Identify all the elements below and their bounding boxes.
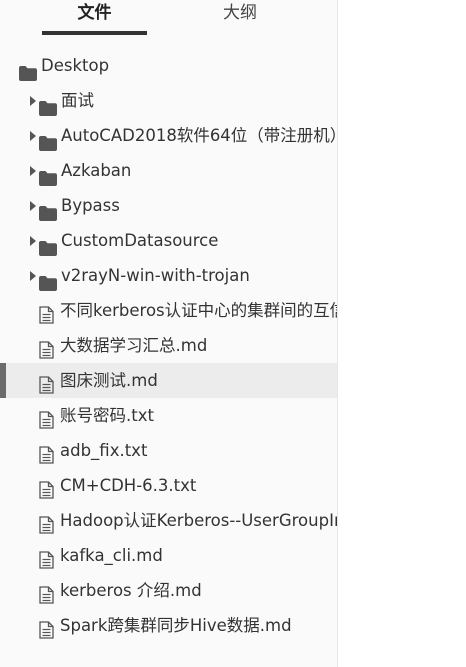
file-label: 大数据学习汇总.md xyxy=(60,336,208,355)
folder-item[interactable]: AutoCAD2018软件64位（带注册机） xyxy=(0,118,337,153)
tab-files[interactable]: 文件 xyxy=(42,0,147,32)
file-label: 账号密码.txt xyxy=(60,406,154,425)
expand-arrow-icon[interactable] xyxy=(30,131,36,141)
expand-arrow-icon[interactable] xyxy=(30,201,36,211)
file-label: 不同kerberos认证中心的集群间的互信 xyxy=(60,301,338,320)
folder-label: Desktop xyxy=(41,56,110,75)
folder-item[interactable]: Azkaban xyxy=(0,153,337,188)
file-icon xyxy=(39,616,54,651)
folder-label: Bypass xyxy=(61,196,120,215)
file-label: adb_fix.txt xyxy=(60,441,148,460)
expand-arrow-icon[interactable] xyxy=(30,96,36,106)
file-item[interactable]: 大数据学习汇总.md xyxy=(0,328,337,363)
file-item[interactable]: kerberos 介绍.md xyxy=(0,573,337,608)
file-label: 图床测试.md xyxy=(60,371,158,390)
file-item[interactable]: 账号密码.txt xyxy=(0,398,337,433)
folder-root-desktop[interactable]: Desktop xyxy=(0,48,337,83)
folder-label: 面试 xyxy=(61,91,94,110)
file-item[interactable]: 图床测试.md xyxy=(0,363,337,398)
folder-item[interactable]: 面试 xyxy=(0,83,337,118)
folder-label: Azkaban xyxy=(61,161,132,180)
file-item[interactable]: 不同kerberos认证中心的集群间的互信 xyxy=(0,293,337,328)
folder-label: AutoCAD2018软件64位（带注册机） xyxy=(61,126,338,145)
file-item[interactable]: CM+CDH-6.3.txt xyxy=(0,468,337,503)
tab-outline[interactable]: 大纲 xyxy=(190,0,290,32)
file-sidebar: 文件 大纲 Desktop 面试 AutoCAD2018软件64位（带注册机） Azk… xyxy=(0,0,338,667)
folder-item[interactable]: CustomDatasource xyxy=(0,223,337,258)
file-item[interactable]: adb_fix.txt xyxy=(0,433,337,468)
file-item[interactable]: kafka_cli.md xyxy=(0,538,337,573)
file-label: Hadoop认证Kerberos--UserGroupInformation xyxy=(60,511,337,530)
file-item[interactable]: Spark跨集群同步Hive数据.md xyxy=(0,608,337,643)
expand-arrow-icon[interactable] xyxy=(30,166,36,176)
folder-item[interactable]: Bypass xyxy=(0,188,337,223)
file-label: kerberos 介绍.md xyxy=(60,581,202,600)
active-tab-indicator xyxy=(42,31,147,35)
file-tree: Desktop 面试 AutoCAD2018软件64位（带注册机） Azkaban By… xyxy=(0,48,337,643)
folder-item[interactable]: v2rayN-win-with-trojan xyxy=(0,258,337,293)
expand-arrow-icon[interactable] xyxy=(30,271,36,281)
expand-arrow-icon[interactable] xyxy=(30,236,36,246)
file-item[interactable]: Hadoop认证Kerberos--UserGroupInformation xyxy=(0,503,337,538)
sidebar-tabs: 文件 大纲 xyxy=(0,0,337,36)
file-label: Spark跨集群同步Hive数据.md xyxy=(60,616,292,635)
folder-label: CustomDatasource xyxy=(61,231,219,250)
file-label: kafka_cli.md xyxy=(60,546,163,565)
file-label: CM+CDH-6.3.txt xyxy=(60,476,197,495)
active-file-indicator xyxy=(0,363,6,398)
folder-label: v2rayN-win-with-trojan xyxy=(61,266,250,285)
